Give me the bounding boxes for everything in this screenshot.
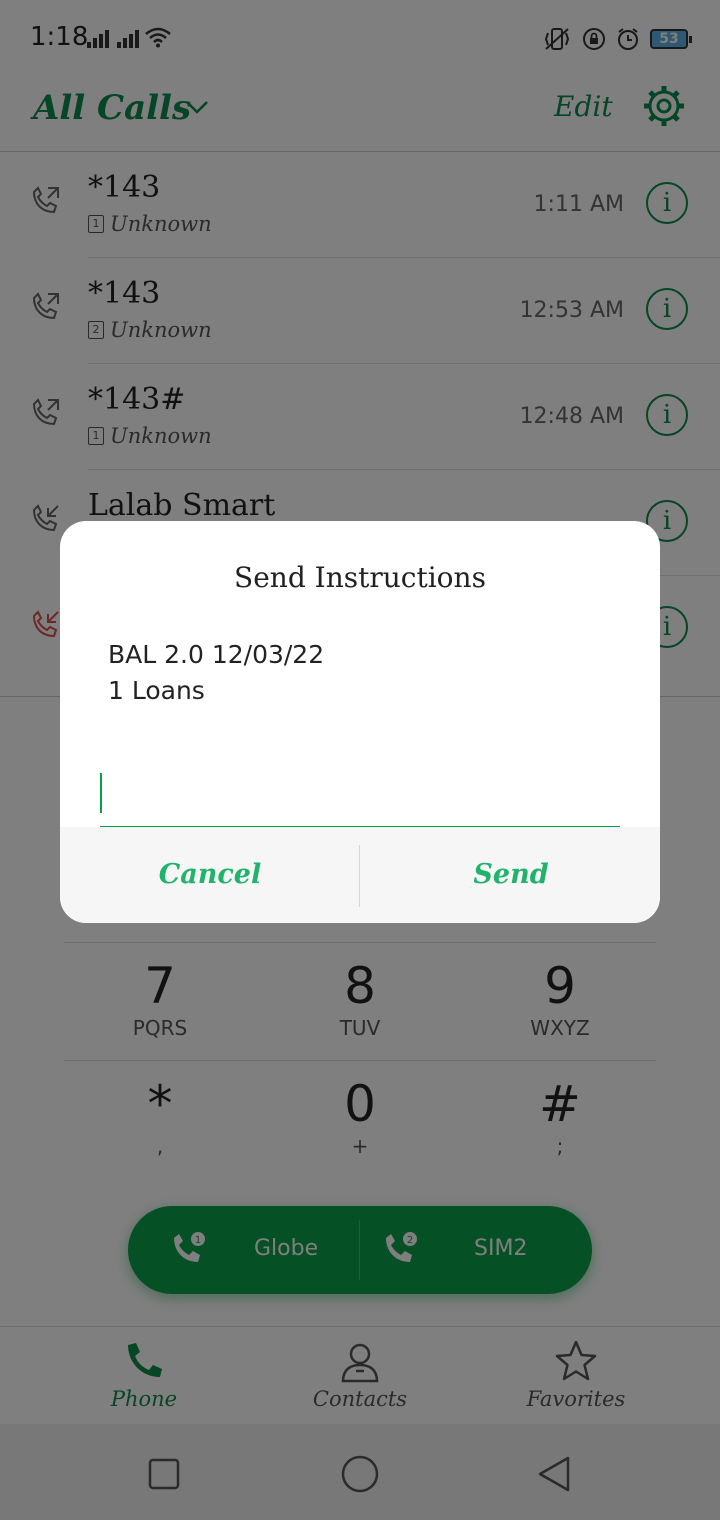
reply-input[interactable]: [100, 767, 620, 827]
dialog-message-line: BAL 2.0 12/03/22: [108, 640, 325, 669]
send-button[interactable]: Send: [361, 827, 660, 923]
send-instructions-dialog: Send Instructions BAL 2.0 12/03/22 1 Loa…: [60, 521, 660, 923]
dialog-message-line: 1 Loans: [108, 676, 205, 705]
dialog-actions: Cancel Send: [60, 827, 660, 923]
button-divider: [359, 845, 360, 907]
cancel-button[interactable]: Cancel: [60, 827, 360, 923]
dialog-message: BAL 2.0 12/03/22 1 Loans: [108, 637, 324, 709]
dialog-title: Send Instructions: [234, 561, 486, 594]
text-cursor: [100, 773, 102, 813]
